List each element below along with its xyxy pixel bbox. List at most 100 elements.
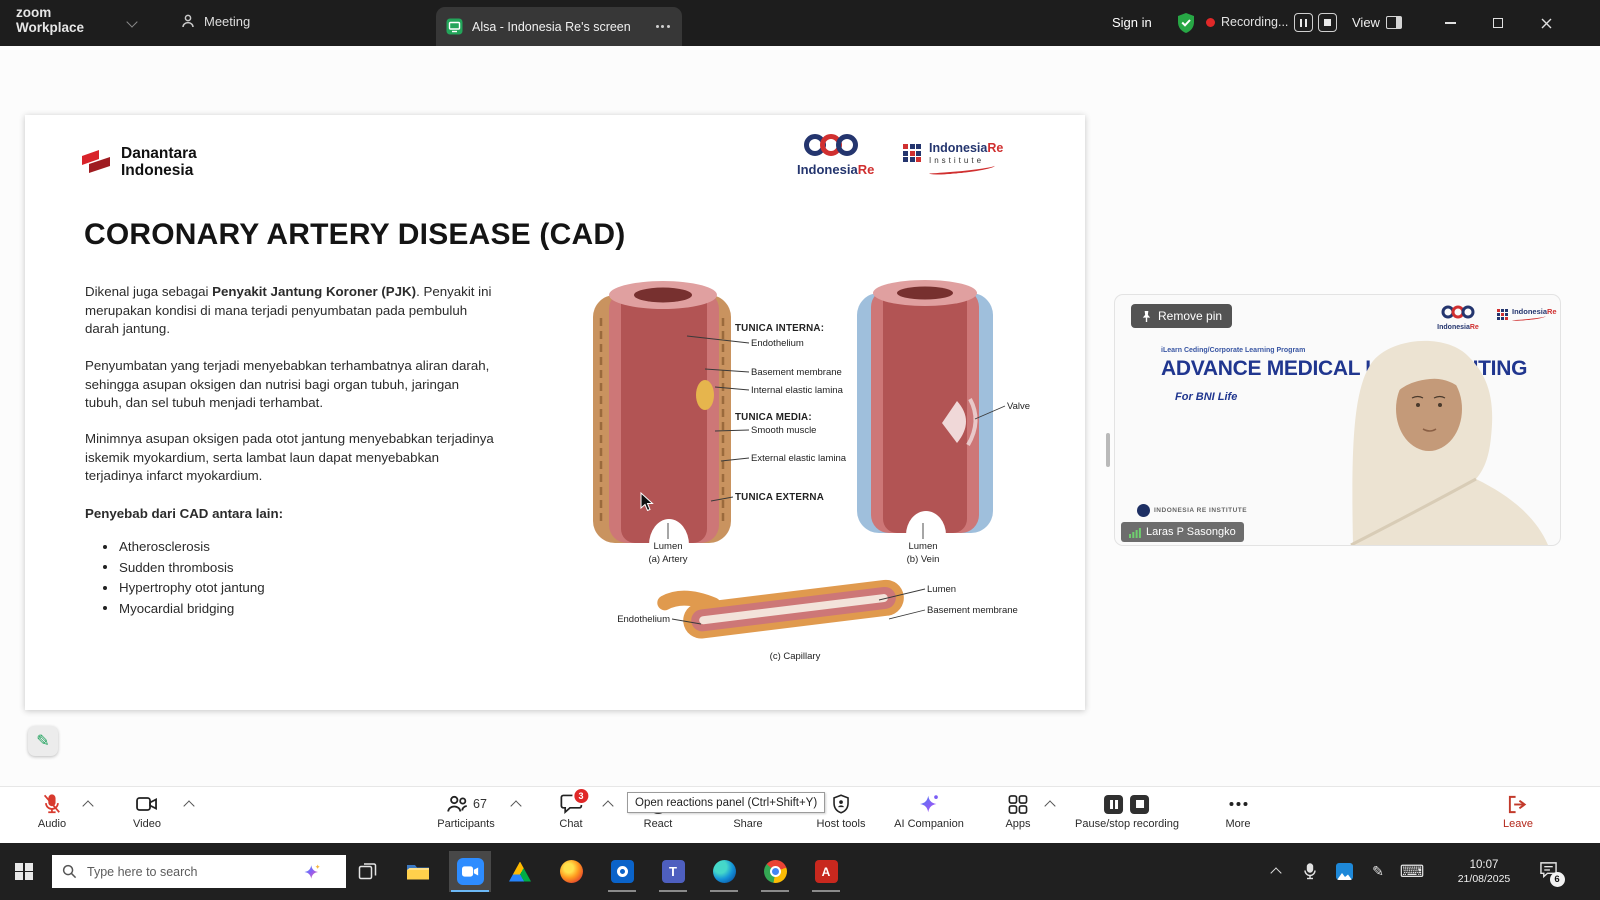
- workspace-chevron-down-icon[interactable]: [126, 16, 137, 27]
- more-label: More: [1225, 818, 1250, 830]
- meeting-toolbar: Audio Video 67 Participants 3 Chat R: [0, 786, 1600, 844]
- close-button[interactable]: [1536, 13, 1556, 33]
- maximize-button[interactable]: [1488, 13, 1508, 33]
- view-button[interactable]: View: [1352, 15, 1380, 30]
- audio-options-chevron-icon[interactable]: [82, 800, 93, 811]
- label-basement-membrane-capillary: Basement membrane: [927, 605, 1018, 616]
- label-tunica-media: TUNICA MEDIA:: [735, 412, 812, 423]
- tray-windows-ink[interactable]: ✎: [1363, 851, 1393, 892]
- meeting-tab-label: Meeting: [204, 14, 250, 29]
- task-view-button[interactable]: [346, 851, 388, 892]
- windows-logo-icon: [15, 863, 33, 881]
- task-view-icon: [358, 862, 377, 881]
- caption-vein: (b) Vein: [890, 554, 956, 565]
- camera-icon: [135, 793, 159, 815]
- sign-in-button[interactable]: Sign in: [1112, 15, 1152, 30]
- security-shield-icon[interactable]: [1176, 12, 1196, 34]
- firefox-button[interactable]: [550, 851, 592, 892]
- institute-logo-suffix: Re: [987, 141, 1003, 155]
- apps-options-chevron-icon[interactable]: [1044, 800, 1055, 811]
- notification-count-badge: 6: [1550, 872, 1565, 887]
- tray-touch-keyboard[interactable]: ⌨: [1395, 851, 1429, 892]
- participants-button[interactable]: 67 Participants: [437, 793, 494, 830]
- tray-photos[interactable]: [1329, 851, 1359, 892]
- apps-button[interactable]: Apps: [1005, 793, 1030, 830]
- more-ellipsis-icon: [1229, 802, 1247, 806]
- cad-causes-list: Atherosclerosis Sudden thrombosis Hypert…: [103, 539, 265, 621]
- danantara-logo-icon: [80, 147, 112, 177]
- tray-microphone[interactable]: [1295, 851, 1325, 892]
- annotate-button[interactable]: ✎: [28, 726, 58, 756]
- pause-recording-button[interactable]: [1294, 13, 1313, 32]
- institute-watermark-label: INDONESIA RE INSTITUTE: [1154, 507, 1247, 514]
- teams-button[interactable]: T: [652, 851, 694, 892]
- host-tools-shield-icon: [830, 793, 851, 815]
- titlebar: zoom Workplace Meeting Alsa - Indonesia …: [0, 0, 1600, 46]
- screen-share-icon: [446, 18, 463, 35]
- stop-recording-button[interactable]: [1318, 13, 1337, 32]
- chat-button[interactable]: 3 Chat: [559, 793, 582, 830]
- more-button[interactable]: More: [1225, 793, 1250, 830]
- reactions-tooltip: Open reactions panel (Ctrl+Shift+Y): [627, 792, 825, 813]
- zoom-logo-text: zoom: [16, 6, 84, 21]
- leave-button[interactable]: Leave: [1503, 793, 1533, 830]
- meeting-person-icon: [180, 13, 196, 29]
- stop-recording-toolbar-button[interactable]: [1130, 795, 1149, 814]
- taskbar-search[interactable]: [52, 855, 346, 888]
- acrobat-button[interactable]: A: [805, 851, 847, 892]
- google-drive-button[interactable]: [499, 851, 541, 892]
- slide-causes-heading: Penyebab dari CAD antara lain:: [85, 505, 495, 524]
- tray-microphone-icon: [1303, 863, 1317, 880]
- participants-options-chevron-icon[interactable]: [510, 800, 521, 811]
- search-icon: [62, 864, 77, 879]
- leave-label: Leave: [1503, 818, 1533, 830]
- pause-recording-toolbar-button[interactable]: [1104, 795, 1123, 814]
- edge-button[interactable]: [703, 851, 745, 892]
- list-item: Sudden thrombosis: [103, 560, 265, 575]
- video-options-chevron-icon[interactable]: [183, 800, 194, 811]
- file-explorer-button[interactable]: [397, 851, 439, 892]
- caption-capillary: (c) Capillary: [750, 651, 840, 662]
- tab-more-options-icon[interactable]: [653, 17, 672, 36]
- tray-expand-chevron-icon[interactable]: [1270, 867, 1281, 878]
- panel-resize-handle[interactable]: [1106, 433, 1110, 467]
- zoom-taskbar-button[interactable]: [449, 851, 491, 892]
- view-layout-icon[interactable]: [1386, 16, 1402, 29]
- outlook-button[interactable]: [601, 851, 643, 892]
- label-internal-elastic-lamina: Internal elastic lamina: [751, 385, 843, 396]
- zoom-workplace-window: zoom Workplace Meeting Alsa - Indonesia …: [0, 0, 1600, 900]
- remove-pin-button[interactable]: Remove pin: [1131, 304, 1232, 328]
- mouse-cursor: [640, 492, 654, 512]
- clock-time: 10:07: [1440, 858, 1528, 873]
- pause-icon: [1300, 19, 1302, 27]
- chrome-button[interactable]: [754, 851, 796, 892]
- label-smooth-muscle: Smooth muscle: [751, 425, 816, 436]
- search-input[interactable]: [85, 864, 299, 880]
- start-button[interactable]: [3, 851, 45, 892]
- react-label: React: [644, 818, 673, 830]
- vein-illustration: [857, 280, 993, 559]
- leave-icon: [1506, 794, 1529, 815]
- list-item: Myocardial bridging: [103, 601, 265, 616]
- audio-button[interactable]: Audio: [38, 793, 66, 830]
- participants-icon: [445, 794, 469, 814]
- recording-dot-icon: [1206, 18, 1215, 27]
- presentation-slide: Danantara Indonesia IndonesiaRe: [25, 115, 1085, 710]
- label-tunica-interna: TUNICA INTERNA:: [735, 323, 824, 334]
- tab-shared-screen[interactable]: Alsa - Indonesia Re's screen: [436, 7, 682, 46]
- institute-dots-icon: [903, 144, 921, 162]
- action-center-button[interactable]: 6: [1531, 851, 1565, 892]
- connection-bars-icon: [1129, 527, 1141, 538]
- clock-date: 21/08/2025: [1440, 873, 1528, 887]
- tab-meeting[interactable]: Meeting: [180, 13, 250, 29]
- minimize-button[interactable]: [1440, 13, 1460, 33]
- chat-options-chevron-icon[interactable]: [602, 800, 613, 811]
- pin-icon: [1141, 310, 1152, 323]
- recording-status-label: Recording...: [1221, 15, 1288, 29]
- taskbar-clock[interactable]: 10:07 21/08/2025: [1440, 858, 1528, 887]
- caption-artery: (a) Artery: [635, 554, 701, 565]
- institute-watermark: INDONESIA RE INSTITUTE: [1137, 504, 1247, 517]
- video-button[interactable]: Video: [133, 793, 161, 830]
- artery-illustration: [593, 281, 731, 571]
- ai-companion-button[interactable]: AI Companion: [894, 793, 964, 830]
